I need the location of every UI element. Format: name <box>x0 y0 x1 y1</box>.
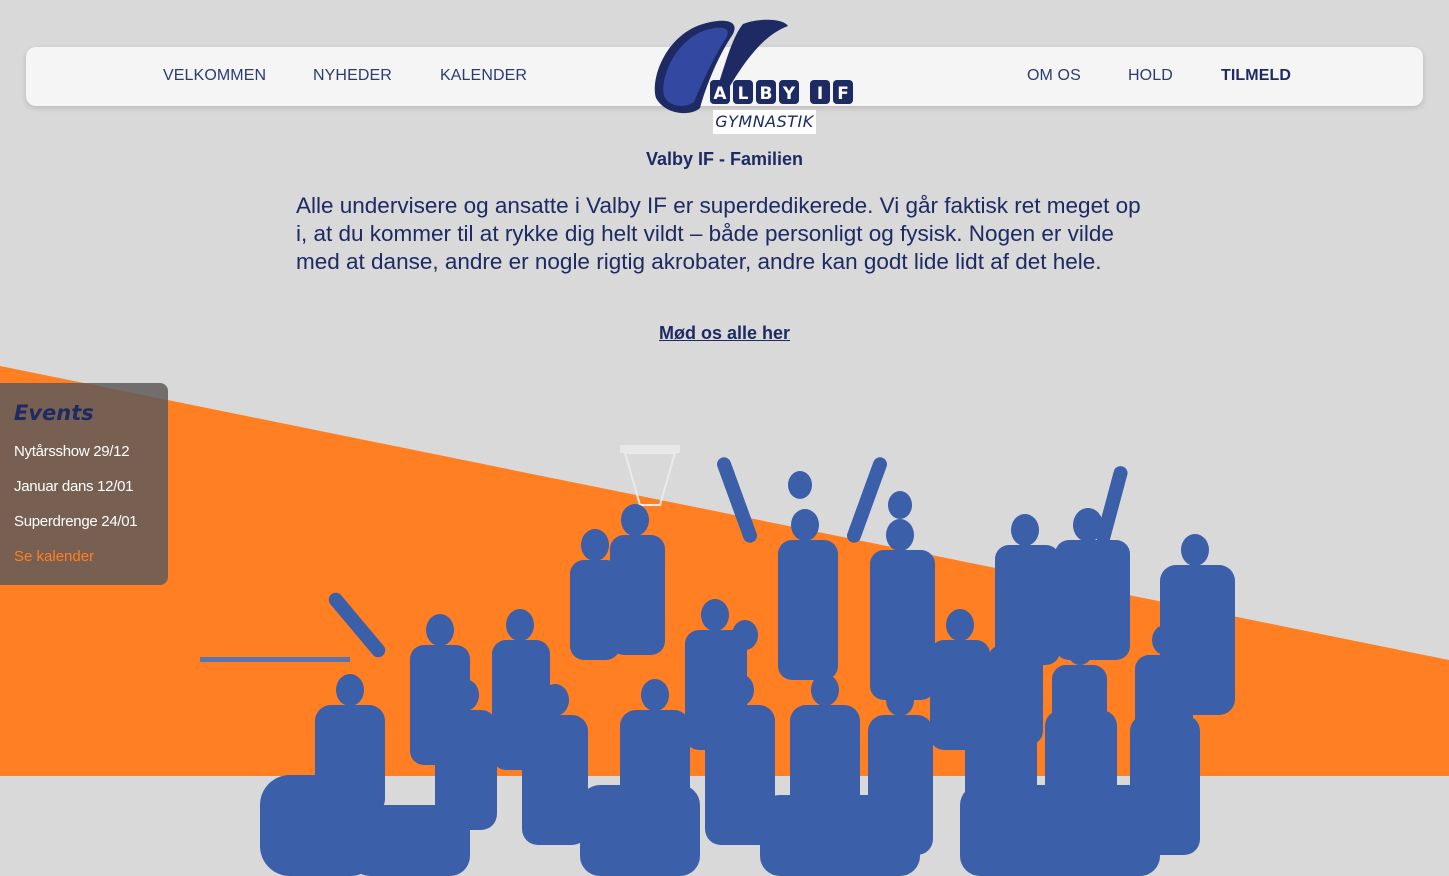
nav-link-kalender[interactable]: KALENDER <box>440 67 527 85</box>
group-photo-icon <box>200 445 1235 876</box>
logo-gymnastik-label: GYMNASTIK <box>713 110 816 134</box>
event-item-nytarsshow[interactable]: Nytårsshow 29/12 <box>14 443 130 460</box>
event-item-superdrenge[interactable]: Superdrenge 24/01 <box>14 513 138 530</box>
svg-text:I: I <box>817 84 823 104</box>
nav-link-hold[interactable]: HOLD <box>1128 67 1173 85</box>
svg-text:L: L <box>738 84 749 104</box>
svg-text:A: A <box>713 84 727 104</box>
nav-link-nyheder[interactable]: NYHEDER <box>313 67 392 85</box>
page-title: Valby IF - Familien <box>645 149 804 169</box>
nav-link-tilmeld[interactable]: TILMELD <box>1221 67 1291 85</box>
see-calendar-link[interactable]: Se kalender <box>14 548 94 565</box>
svg-text:B: B <box>760 84 773 104</box>
meet-us-link[interactable]: Mød os alle her <box>0 323 1449 344</box>
event-item-januar-dans[interactable]: Januar dans 12/01 <box>14 478 133 495</box>
svg-text:Y: Y <box>782 84 796 104</box>
events-title: Events <box>14 401 94 425</box>
events-panel: Events Nytårsshow 29/12 Januar dans 12/0… <box>0 383 168 585</box>
nav-link-velkommen[interactable]: VELKOMMEN <box>163 67 266 85</box>
svg-text:F: F <box>837 84 849 104</box>
nav-link-om-os[interactable]: OM OS <box>1027 67 1081 85</box>
group-photo <box>200 445 1235 876</box>
intro-paragraph: Alle undervisere og ansatte i Valby IF e… <box>296 193 1141 274</box>
